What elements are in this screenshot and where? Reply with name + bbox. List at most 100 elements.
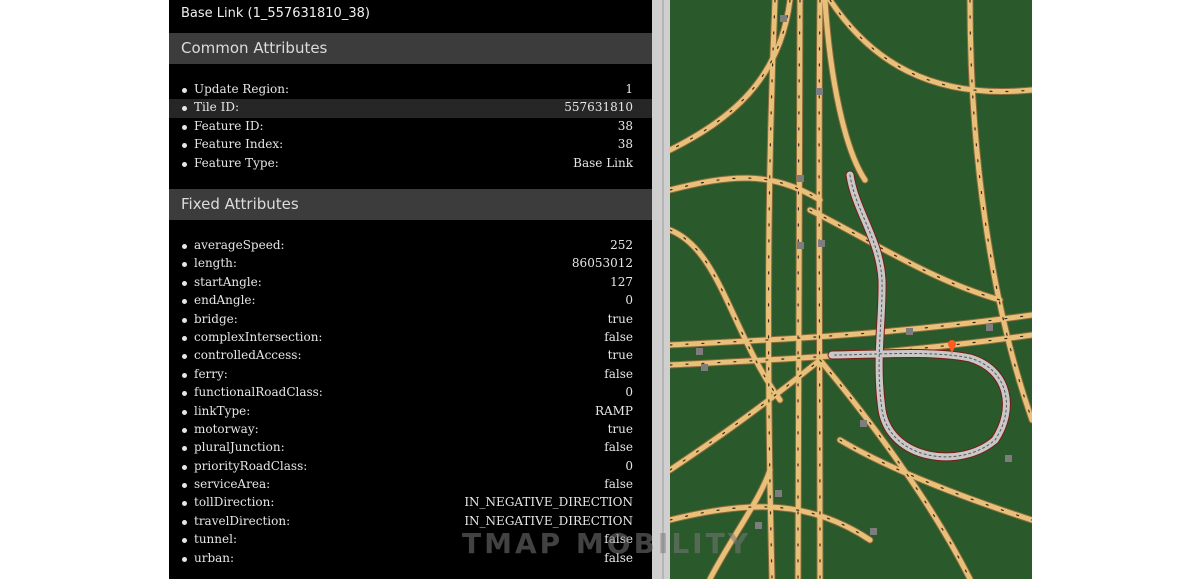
bullet-icon — [182, 427, 187, 433]
attribute-value: Base Link — [573, 155, 633, 170]
attribute-key: Feature Index: — [194, 137, 284, 152]
watermark-logo: TMAP MOBILITY — [462, 527, 751, 560]
selected-ramp-link — [827, 170, 1011, 462]
attribute-value: IN_NEGATIVE_DIRECTION — [464, 513, 633, 528]
attribute-value: 252 — [610, 238, 633, 252]
road-network — [670, 0, 1032, 579]
attribute-value: 1 — [625, 82, 633, 96]
attribute-row-motorway[interactable]: motorway: true — [169, 421, 652, 439]
attribute-key: urban: — [194, 550, 235, 565]
attribute-row-end-angle[interactable]: endAngle: 0 — [169, 292, 652, 310]
fixed-attributes-header[interactable]: Fixed Attributes — [169, 189, 652, 220]
attribute-value: 38 — [617, 137, 633, 152]
attribute-row-feature-type[interactable]: Feature Type: Base Link — [169, 155, 652, 173]
attribute-row-functional-road-class[interactable]: functionalRoadClass: 0 — [169, 384, 652, 402]
attribute-row-ferry[interactable]: ferry: false — [169, 366, 652, 384]
fixed-attributes-list: averageSpeed: 252 length: 86053012 startAn… — [169, 237, 652, 568]
bullet-icon — [182, 446, 187, 452]
attribute-value: false — [604, 366, 633, 381]
attribute-key: bridge: — [194, 311, 238, 326]
attribute-row-plural-junction[interactable]: pluralJunction: false — [169, 439, 652, 457]
attribute-panel: Base Link (1_557631810_38) Common Attrib… — [169, 0, 652, 579]
attribute-row-toll-direction[interactable]: tollDirection: IN_NEGATIVE_DIRECTION — [169, 494, 652, 512]
attribute-value: 38 — [617, 118, 633, 133]
attribute-row-priority-road-class[interactable]: priorityRoadClass: 0 — [169, 458, 652, 476]
attribute-key: linkType: — [194, 403, 251, 418]
bullet-icon — [182, 501, 187, 507]
bullet-icon — [182, 464, 187, 470]
attribute-value: true — [607, 348, 633, 363]
attribute-row-link-type[interactable]: linkType: RAMP — [169, 403, 652, 421]
attribute-key: endAngle: — [194, 293, 256, 308]
attribute-row-complex-intersection[interactable]: complexIntersection: false — [169, 329, 652, 347]
bullet-icon — [182, 262, 187, 268]
attribute-row-controlled-access[interactable]: controlledAccess: true — [169, 347, 652, 365]
bullet-icon — [182, 556, 187, 562]
attribute-row-average-speed[interactable]: averageSpeed: 252 — [169, 237, 652, 255]
attribute-key: motorway: — [194, 421, 259, 436]
attribute-value: RAMP — [594, 403, 633, 418]
bullet-icon — [182, 106, 187, 112]
attribute-key: tollDirection: — [194, 495, 275, 510]
attribute-key: Tile ID: — [194, 100, 239, 115]
map-view[interactable] — [670, 0, 1032, 579]
attribute-key: tunnel: — [194, 532, 237, 547]
bullet-icon — [182, 299, 187, 305]
attribute-row-update-region[interactable]: Update Region: 1 — [169, 81, 652, 99]
attribute-value: false — [604, 329, 633, 344]
attribute-key: startAngle: — [194, 274, 262, 289]
attribute-key: Feature ID: — [194, 118, 264, 133]
attribute-row-bridge[interactable]: bridge: true — [169, 311, 652, 329]
attribute-key: controlledAccess: — [194, 348, 302, 363]
attribute-row-feature-index[interactable]: Feature Index: 38 — [169, 136, 652, 154]
attribute-key: travelDirection: — [194, 513, 291, 528]
attribute-value: false — [604, 440, 633, 455]
attribute-value: 0 — [625, 385, 633, 400]
attribute-key: averageSpeed: — [194, 238, 285, 252]
attribute-row-tile-id[interactable]: Tile ID: 557631810 — [169, 99, 652, 118]
splitter-line — [662, 0, 664, 579]
bullet-icon — [182, 161, 187, 167]
attribute-key: serviceArea: — [194, 477, 271, 492]
attribute-value: 557631810 — [564, 100, 633, 115]
attribute-key: Update Region: — [194, 82, 290, 96]
attribute-key: complexIntersection: — [194, 329, 323, 344]
attribute-value: 127 — [610, 274, 633, 289]
bullet-icon — [182, 372, 187, 378]
attribute-value: 86053012 — [571, 256, 633, 271]
bullet-icon — [182, 538, 187, 544]
attribute-row-length[interactable]: length: 86053012 — [169, 255, 652, 273]
attribute-key: Feature Type: — [194, 155, 279, 170]
bullet-icon — [182, 335, 187, 341]
road-links — [670, 0, 1032, 579]
attribute-key: ferry: — [194, 366, 228, 381]
panel-title: Base Link (1_557631810_38) — [181, 6, 370, 21]
attribute-row-feature-id[interactable]: Feature ID: 38 — [169, 118, 652, 136]
attribute-row-start-angle[interactable]: startAngle: 127 — [169, 274, 652, 292]
bullet-icon — [182, 483, 187, 489]
bullet-icon — [182, 317, 187, 323]
common-attributes-header[interactable]: Common Attributes — [169, 33, 652, 64]
attribute-key: functionalRoadClass: — [194, 385, 323, 400]
attribute-key: length: — [194, 256, 237, 271]
attribute-value: false — [604, 477, 633, 492]
attribute-value: true — [607, 421, 633, 436]
bullet-icon — [182, 280, 187, 286]
bullet-icon — [182, 391, 187, 397]
attribute-value: 0 — [625, 458, 633, 473]
bullet-icon — [182, 88, 187, 93]
attribute-key: priorityRoadClass: — [194, 458, 308, 473]
splitter-handle[interactable] — [652, 0, 670, 579]
bullet-icon — [182, 124, 187, 130]
bullet-icon — [182, 354, 187, 360]
common-attributes-list: Update Region: 1 Tile ID: 557631810 Featur… — [169, 81, 652, 173]
attribute-row-service-area[interactable]: serviceArea: false — [169, 476, 652, 494]
bullet-icon — [182, 519, 187, 525]
attribute-value: 0 — [625, 293, 633, 308]
bullet-icon — [182, 409, 187, 415]
attribute-value: true — [607, 311, 633, 326]
attribute-value: IN_NEGATIVE_DIRECTION — [464, 495, 633, 510]
bullet-icon — [182, 244, 187, 249]
attribute-key: pluralJunction: — [194, 440, 285, 455]
bullet-icon — [182, 143, 187, 149]
